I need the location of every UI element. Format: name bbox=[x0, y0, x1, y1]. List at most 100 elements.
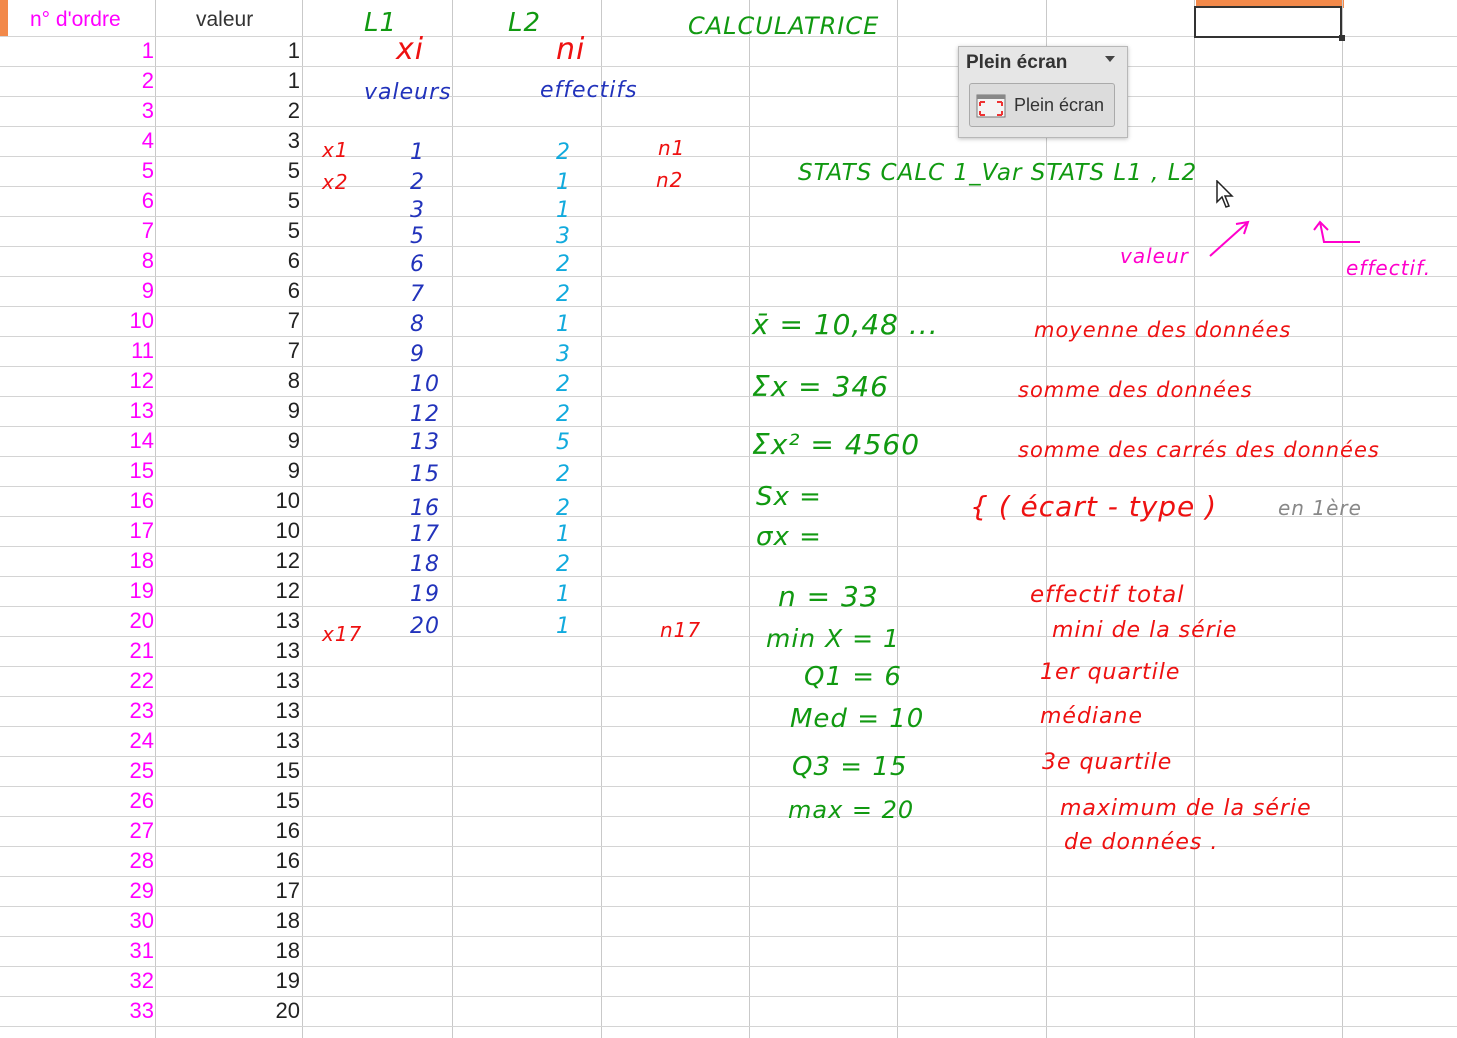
ni-value: 2 bbox=[556, 496, 571, 521]
fullscreen-toolbar[interactable]: Plein écran Plein écran bbox=[958, 46, 1128, 138]
value-cell[interactable]: 16 bbox=[160, 846, 300, 876]
order-cell[interactable]: 28 bbox=[10, 846, 154, 876]
value-cell[interactable]: 13 bbox=[160, 606, 300, 636]
order-cell[interactable]: 4 bbox=[10, 126, 154, 156]
value-cell[interactable]: 13 bbox=[160, 636, 300, 666]
row-header-highlight bbox=[0, 0, 8, 36]
order-cell[interactable]: 1 bbox=[10, 36, 154, 66]
xi-value: 6 bbox=[410, 252, 425, 277]
order-cell[interactable]: 17 bbox=[10, 516, 154, 546]
value-cell[interactable]: 13 bbox=[160, 666, 300, 696]
order-cell[interactable]: 12 bbox=[10, 366, 154, 396]
value-cell[interactable]: 5 bbox=[160, 156, 300, 186]
order-cell[interactable]: 8 bbox=[10, 246, 154, 276]
value-cell[interactable]: 7 bbox=[160, 306, 300, 336]
value-cell[interactable]: 7 bbox=[160, 336, 300, 366]
value-cell[interactable]: 15 bbox=[160, 756, 300, 786]
value-cell[interactable]: 10 bbox=[160, 516, 300, 546]
order-cell[interactable]: 9 bbox=[10, 276, 154, 306]
order-cell[interactable]: 29 bbox=[10, 876, 154, 906]
note-L2: L2 bbox=[508, 8, 542, 38]
order-cell[interactable]: 27 bbox=[10, 816, 154, 846]
xi-value: 5 bbox=[410, 224, 425, 249]
order-cell[interactable]: 15 bbox=[10, 456, 154, 486]
note-en-1ere: en 1ère bbox=[1278, 496, 1362, 520]
value-cell[interactable]: 17 bbox=[160, 876, 300, 906]
value-cell[interactable]: 20 bbox=[160, 996, 300, 1026]
note-n2: n2 bbox=[656, 168, 684, 192]
value-cell[interactable]: 16 bbox=[160, 816, 300, 846]
order-cell[interactable]: 5 bbox=[10, 156, 154, 186]
note-med-label: médiane bbox=[1040, 704, 1144, 729]
value-cell[interactable]: 1 bbox=[160, 66, 300, 96]
ni-value: 2 bbox=[556, 282, 571, 307]
note-sigma: σx = bbox=[756, 522, 822, 552]
order-cell[interactable]: 18 bbox=[10, 546, 154, 576]
xi-value: 2 bbox=[410, 170, 425, 195]
order-cell[interactable]: 32 bbox=[10, 966, 154, 996]
order-cell[interactable]: 6 bbox=[10, 186, 154, 216]
note-q1: Q1 = 6 bbox=[804, 662, 902, 692]
value-cell[interactable]: 13 bbox=[160, 696, 300, 726]
order-cell[interactable]: 23 bbox=[10, 696, 154, 726]
note-valeurs: valeurs bbox=[364, 80, 452, 105]
value-cell[interactable]: 18 bbox=[160, 906, 300, 936]
order-cell[interactable]: 31 bbox=[10, 936, 154, 966]
note-n1: n1 bbox=[658, 136, 686, 160]
value-cell[interactable]: 9 bbox=[160, 426, 300, 456]
value-cell[interactable]: 13 bbox=[160, 726, 300, 756]
spreadsheet-grid[interactable]: n° d'ordre valeur 1 2 3 4 5 6 7 8 9 10 11 12 13 14 15 1… bbox=[0, 0, 1457, 1038]
order-cell[interactable]: 30 bbox=[10, 906, 154, 936]
note-x17: x17 bbox=[322, 622, 363, 646]
order-cell[interactable]: 7 bbox=[10, 216, 154, 246]
ni-value: 1 bbox=[556, 522, 571, 547]
value-cell[interactable]: 18 bbox=[160, 936, 300, 966]
value-cell[interactable]: 6 bbox=[160, 276, 300, 306]
ni-value: 2 bbox=[556, 552, 571, 577]
ni-value: 1 bbox=[556, 198, 571, 223]
order-cell[interactable]: 11 bbox=[10, 336, 154, 366]
xi-value: 20 bbox=[410, 614, 440, 639]
xi-value: 7 bbox=[410, 282, 425, 307]
order-cell[interactable]: 20 bbox=[10, 606, 154, 636]
order-cell[interactable]: 33 bbox=[10, 996, 154, 1026]
xi-value: 3 bbox=[410, 198, 425, 223]
value-cell[interactable]: 12 bbox=[160, 546, 300, 576]
active-cell-cursor[interactable] bbox=[1194, 6, 1345, 41]
value-cell[interactable]: 12 bbox=[160, 576, 300, 606]
ni-value: 5 bbox=[556, 430, 571, 455]
value-cell[interactable]: 10 bbox=[160, 486, 300, 516]
value-cell[interactable]: 9 bbox=[160, 456, 300, 486]
note-sumsq: Σx² = 4560 bbox=[752, 428, 921, 461]
chevron-down-icon[interactable] bbox=[1105, 56, 1115, 62]
order-cell[interactable]: 25 bbox=[10, 756, 154, 786]
order-cell[interactable]: 21 bbox=[10, 636, 154, 666]
ni-value: 3 bbox=[556, 342, 571, 367]
value-cell[interactable]: 15 bbox=[160, 786, 300, 816]
ni-value: 1 bbox=[556, 582, 571, 607]
value-cell[interactable]: 1 bbox=[160, 36, 300, 66]
order-cell[interactable]: 14 bbox=[10, 426, 154, 456]
order-cell[interactable]: 19 bbox=[10, 576, 154, 606]
order-cell[interactable]: 24 bbox=[10, 726, 154, 756]
xi-value: 13 bbox=[410, 430, 440, 455]
ni-value: 2 bbox=[556, 140, 571, 165]
order-cell[interactable]: 22 bbox=[10, 666, 154, 696]
value-cell[interactable]: 6 bbox=[160, 246, 300, 276]
note-q3-label: 3e quartile bbox=[1042, 750, 1173, 775]
value-cell[interactable]: 8 bbox=[160, 366, 300, 396]
value-cell[interactable]: 5 bbox=[160, 186, 300, 216]
order-cell[interactable]: 16 bbox=[10, 486, 154, 516]
ni-value: 3 bbox=[556, 224, 571, 249]
order-cell[interactable]: 2 bbox=[10, 66, 154, 96]
order-cell[interactable]: 3 bbox=[10, 96, 154, 126]
value-cell[interactable]: 5 bbox=[160, 216, 300, 246]
value-cell[interactable]: 3 bbox=[160, 126, 300, 156]
value-cell[interactable]: 9 bbox=[160, 396, 300, 426]
order-cell[interactable]: 10 bbox=[10, 306, 154, 336]
order-cell[interactable]: 13 bbox=[10, 396, 154, 426]
value-cell[interactable]: 2 bbox=[160, 96, 300, 126]
order-cell[interactable]: 26 bbox=[10, 786, 154, 816]
value-cell[interactable]: 19 bbox=[160, 966, 300, 996]
fullscreen-button[interactable]: Plein écran bbox=[969, 83, 1115, 127]
